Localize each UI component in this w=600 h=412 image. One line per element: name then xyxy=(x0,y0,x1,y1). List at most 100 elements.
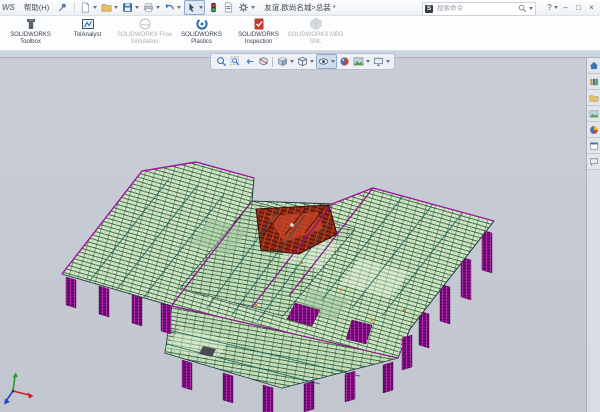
undo-icon xyxy=(164,2,175,13)
new-document-button[interactable] xyxy=(79,1,98,14)
previous-view-icon xyxy=(244,56,255,67)
speech-bubble-icon xyxy=(589,157,599,167)
select-button[interactable] xyxy=(184,0,205,15)
document-title: 友谊.欧尚名城>总装 * xyxy=(264,0,335,15)
separator xyxy=(74,2,75,13)
addin-label: SOLIDWORKS Plastics xyxy=(174,32,230,46)
close-button[interactable]: × xyxy=(585,1,598,14)
heads-up-toolbar xyxy=(210,53,395,70)
dropdown-arrow[interactable] xyxy=(386,60,390,63)
search-magnifier-icon[interactable] xyxy=(518,4,527,13)
dropdown-arrow[interactable] xyxy=(177,6,181,9)
view-orientation-cube-icon xyxy=(277,56,288,67)
save-floppy-icon xyxy=(122,2,133,13)
file-properties-button[interactable] xyxy=(222,1,235,14)
title-bar: WS 帮助(H) xyxy=(0,0,600,16)
books-icon xyxy=(589,77,599,87)
open-folder-icon xyxy=(101,2,112,13)
minimize-button[interactable]: – xyxy=(559,1,572,14)
plastics-icon xyxy=(195,17,209,31)
dropdown-arrow[interactable] xyxy=(199,6,203,9)
command-search[interactable]: S xyxy=(422,2,536,16)
addin-plastics[interactable]: SOLIDWORKS Plastics xyxy=(173,15,230,50)
save-button[interactable] xyxy=(121,1,140,14)
tab-solidworks-forum[interactable] xyxy=(587,154,600,170)
dropdown-arrow[interactable] xyxy=(366,60,370,63)
appearance-ball-icon xyxy=(339,56,350,67)
dropdown-arrow[interactable] xyxy=(156,6,160,9)
dropdown-arrow[interactable] xyxy=(290,60,294,63)
rebuild-button[interactable] xyxy=(207,1,220,14)
dropdown-arrow[interactable] xyxy=(331,60,335,63)
picture-icon xyxy=(589,109,599,119)
task-pane-tabs xyxy=(586,58,600,412)
search-input[interactable] xyxy=(435,4,518,13)
dropdown-arrow[interactable] xyxy=(114,6,118,9)
tab-appearances-scenes[interactable] xyxy=(587,122,600,138)
pin-menu-icon[interactable] xyxy=(57,2,68,13)
addin-label: TolAnalyst xyxy=(60,32,116,39)
flow-simulation-icon xyxy=(138,17,152,31)
eye-icon xyxy=(318,56,329,67)
addins-toolbar: SOLIDWORKS Toolbox TolAnalyst SOLIDWORKS… xyxy=(0,15,600,51)
view-orientation-button[interactable] xyxy=(276,55,295,68)
open-button[interactable] xyxy=(100,1,119,14)
help-dropdown-arrow[interactable] xyxy=(554,6,558,9)
file-properties-icon xyxy=(223,2,234,13)
addin-flow-simulation: SOLIDWORKS Flow Simulation xyxy=(116,15,173,50)
addin-label: SOLIDWORKS Flow Simulation xyxy=(117,32,173,46)
zoom-to-area-button[interactable] xyxy=(229,55,242,68)
edit-appearance-button[interactable] xyxy=(338,55,351,68)
view-settings-icon xyxy=(373,56,384,67)
restore-button[interactable]: □ xyxy=(572,1,585,14)
help-button[interactable]: ? xyxy=(546,1,559,14)
hide-show-items-button[interactable] xyxy=(316,54,337,69)
undo-button[interactable] xyxy=(163,1,182,14)
triad-y-arrow xyxy=(13,373,18,378)
reference-triad xyxy=(2,371,38,409)
new-document-icon xyxy=(80,2,91,13)
zoom-to-fit-button[interactable] xyxy=(215,55,228,68)
solidworks-search-logo-icon: S xyxy=(425,5,433,13)
model-3d-view[interactable] xyxy=(0,58,600,412)
options-gear-icon xyxy=(238,2,249,13)
display-style-button[interactable] xyxy=(296,55,315,68)
solidworks-logo-text: WS xyxy=(2,3,15,12)
print-icon xyxy=(143,2,154,13)
addin-inspection[interactable]: SOLIDWORKS Inspection xyxy=(230,15,287,50)
tab-custom-properties[interactable] xyxy=(587,138,600,154)
scene-icon xyxy=(353,56,364,67)
menu-help[interactable]: 帮助(H) xyxy=(19,0,54,15)
dropdown-arrow[interactable] xyxy=(135,6,139,9)
window-icon xyxy=(589,141,599,151)
dropdown-arrow[interactable] xyxy=(93,6,97,9)
tab-solidworks-resources[interactable] xyxy=(587,58,600,74)
section-view-icon xyxy=(258,56,269,67)
tab-design-library[interactable] xyxy=(587,74,600,90)
print-button[interactable] xyxy=(142,1,161,14)
tab-file-explorer[interactable] xyxy=(587,90,600,106)
rebuild-traffic-light-icon xyxy=(208,2,219,13)
select-cursor-icon xyxy=(186,2,197,13)
dropdown-arrow[interactable] xyxy=(310,60,314,63)
separator xyxy=(272,57,273,67)
addin-label: SOLIDWORKS Inspection xyxy=(231,32,287,46)
graphics-viewport[interactable] xyxy=(0,57,600,412)
addin-solidworks-toolbox[interactable]: SOLIDWORKS Toolbox xyxy=(2,15,59,50)
dropdown-arrow[interactable] xyxy=(251,6,255,9)
addin-label: SOLIDWORKS MBD SNL xyxy=(288,32,344,46)
options-button[interactable] xyxy=(237,1,256,14)
apply-scene-button[interactable] xyxy=(352,55,371,68)
addin-tolanalyst[interactable]: TolAnalyst xyxy=(59,15,116,50)
addin-mbd-snl: SOLIDWORKS MBD SNL xyxy=(287,15,344,50)
addin-label: SOLIDWORKS Toolbox xyxy=(3,32,59,46)
solidworks-window: { "titlebar": { "logo_text": "WS", "help… xyxy=(0,0,600,412)
inspection-icon xyxy=(252,17,266,31)
view-settings-button[interactable] xyxy=(372,55,391,68)
zoom-to-area-icon xyxy=(230,56,241,67)
help-label: ? xyxy=(547,3,551,12)
previous-view-button[interactable] xyxy=(243,55,256,68)
section-view-button[interactable] xyxy=(257,55,270,68)
tab-view-palette[interactable] xyxy=(587,106,600,122)
search-dropdown-arrow[interactable] xyxy=(529,7,533,10)
